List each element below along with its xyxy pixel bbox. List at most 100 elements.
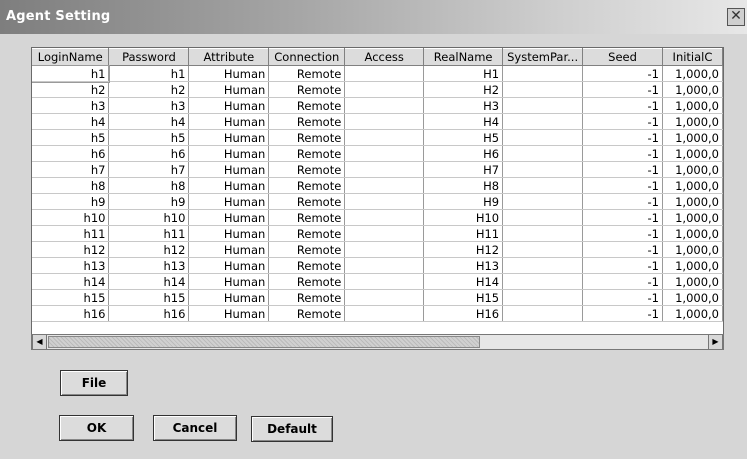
table-cell[interactable] [344, 305, 425, 322]
table-cell[interactable]: h8 [108, 177, 190, 194]
table-cell[interactable]: h9 [108, 193, 190, 210]
table-cell[interactable]: h12 [108, 241, 190, 258]
table-cell[interactable] [502, 97, 584, 114]
table-cell[interactable]: H9 [423, 193, 504, 210]
table-cell[interactable]: h10 [32, 209, 110, 226]
table-cell[interactable]: -1 [582, 289, 663, 306]
table-cell[interactable] [502, 145, 584, 162]
table-cell[interactable]: -1 [582, 145, 663, 162]
table-cell[interactable]: -1 [582, 257, 663, 274]
table-cell[interactable]: h1 [32, 64, 110, 83]
table-row[interactable]: h7 h7 Human Remote H7 -1 1,000,0 [32, 161, 723, 178]
table-cell[interactable]: Remote [268, 241, 346, 258]
table-cell[interactable]: Human [188, 65, 270, 82]
table-cell[interactable]: -1 [582, 81, 663, 98]
table-cell[interactable]: Remote [268, 65, 346, 82]
table-row[interactable]: h5 h5 Human Remote H5 -1 1,000,0 [32, 129, 723, 146]
table-cell[interactable]: 1,000,0 [662, 209, 723, 226]
cancel-button[interactable]: Cancel [153, 415, 237, 441]
column-header[interactable]: InitialC [662, 48, 723, 66]
table-cell[interactable] [502, 177, 584, 194]
table-cell[interactable]: Remote [268, 305, 346, 322]
table-cell[interactable]: h10 [108, 209, 190, 226]
table-cell[interactable]: H4 [423, 113, 504, 130]
table-cell[interactable] [344, 225, 425, 242]
table-cell[interactable]: -1 [582, 305, 663, 322]
table-cell[interactable]: H6 [423, 145, 504, 162]
table-cell[interactable]: H12 [423, 241, 504, 258]
table-cell[interactable]: 1,000,0 [662, 65, 723, 82]
table-cell[interactable] [502, 289, 584, 306]
table-cell[interactable] [502, 273, 584, 290]
table-cell[interactable]: h8 [32, 177, 110, 194]
table-cell[interactable]: 1,000,0 [662, 129, 723, 146]
table-cell[interactable] [344, 65, 425, 82]
table-cell[interactable]: Remote [268, 289, 346, 306]
table-cell[interactable]: 1,000,0 [662, 257, 723, 274]
table-row[interactable]: h2 h2 Human Remote H2 -1 1,000,0 [32, 81, 723, 98]
table-cell[interactable]: Human [188, 145, 270, 162]
table-cell[interactable]: 1,000,0 [662, 81, 723, 98]
table-cell[interactable]: H15 [423, 289, 504, 306]
table-row[interactable]: h10 h10 Human Remote H10 -1 1,000,0 [32, 209, 723, 226]
table-cell[interactable]: Human [188, 97, 270, 114]
table-cell[interactable]: h4 [108, 113, 190, 130]
table-cell[interactable] [502, 241, 584, 258]
table-cell[interactable]: h2 [108, 81, 190, 98]
table-cell[interactable] [502, 225, 584, 242]
table-cell[interactable]: H1 [423, 65, 504, 82]
table-cell[interactable]: -1 [582, 113, 663, 130]
table-cell[interactable]: Human [188, 273, 270, 290]
table-cell[interactable]: h1 [108, 65, 190, 82]
table-cell[interactable]: H14 [423, 273, 504, 290]
table-cell[interactable] [502, 113, 584, 130]
table-cell[interactable]: -1 [582, 177, 663, 194]
default-button[interactable]: Default [251, 416, 333, 442]
table-cell[interactable]: h13 [108, 257, 190, 274]
table-cell[interactable]: h14 [108, 273, 190, 290]
table-row[interactable]: h13 h13 Human Remote H13 -1 1,000,0 [32, 257, 723, 274]
table-cell[interactable]: h7 [32, 161, 110, 178]
table-row[interactable]: h1 h1 Human Remote H1 -1 1,000,0 [32, 64, 723, 83]
table-row[interactable]: h6 h6 Human Remote H6 -1 1,000,0 [32, 145, 723, 162]
table-cell[interactable]: 1,000,0 [662, 177, 723, 194]
table-cell[interactable]: H11 [423, 225, 504, 242]
table-cell[interactable]: h7 [108, 161, 190, 178]
table-cell[interactable]: Remote [268, 161, 346, 178]
table-cell[interactable] [502, 257, 584, 274]
table-row[interactable]: h16 h16 Human Remote H16 -1 1,000,0 [32, 305, 723, 322]
table-cell[interactable] [344, 161, 425, 178]
table-cell[interactable]: Human [188, 289, 270, 306]
table-cell[interactable]: Remote [268, 177, 346, 194]
table-cell[interactable]: H3 [423, 97, 504, 114]
table-cell[interactable]: Remote [268, 81, 346, 98]
table-cell[interactable]: h3 [32, 97, 110, 114]
table-cell[interactable]: -1 [582, 225, 663, 242]
column-header[interactable]: Seed [582, 48, 663, 66]
table-cell[interactable] [344, 193, 425, 210]
table-cell[interactable]: h6 [32, 145, 110, 162]
table-cell[interactable]: 1,000,0 [662, 225, 723, 242]
table-cell[interactable] [502, 161, 584, 178]
table-cell[interactable]: Human [188, 193, 270, 210]
horizontal-scroll-thumb[interactable] [48, 336, 480, 348]
table-cell[interactable]: h5 [32, 129, 110, 146]
table-cell[interactable]: -1 [582, 161, 663, 178]
table-cell[interactable]: 1,000,0 [662, 97, 723, 114]
table-cell[interactable]: -1 [582, 129, 663, 146]
table-row[interactable]: h15 h15 Human Remote H15 -1 1,000,0 [32, 289, 723, 306]
table-cell[interactable]: 1,000,0 [662, 161, 723, 178]
file-button[interactable]: File [60, 370, 128, 396]
table-cell[interactable]: -1 [582, 65, 663, 82]
table-cell[interactable]: Human [188, 129, 270, 146]
table-cell[interactable]: -1 [582, 97, 663, 114]
table-cell[interactable]: h15 [32, 289, 110, 306]
column-header[interactable]: Access [344, 48, 425, 66]
column-header[interactable]: RealName [423, 48, 504, 66]
horizontal-scrollbar[interactable]: ◀ ▶ [31, 334, 724, 350]
table-cell[interactable]: h4 [32, 113, 110, 130]
table-cell[interactable]: h15 [108, 289, 190, 306]
table-cell[interactable]: h2 [32, 81, 110, 98]
vertical-scrollbar[interactable]: ▲ ▼ [723, 111, 724, 349]
table-cell[interactable]: H8 [423, 177, 504, 194]
